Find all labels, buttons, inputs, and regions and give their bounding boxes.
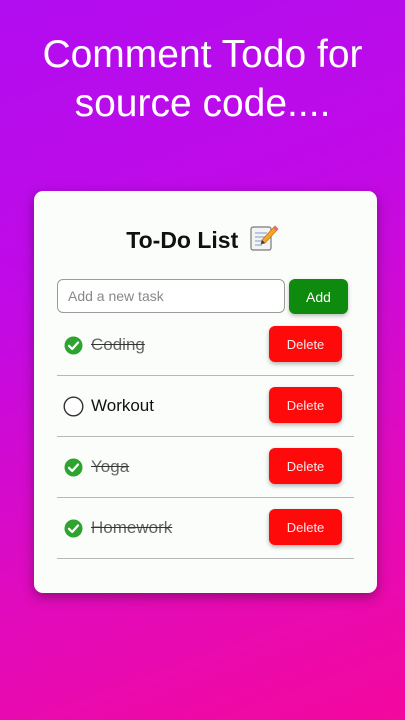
page-title: To-Do List	[126, 227, 239, 253]
list-item: Coding Delete	[57, 315, 354, 376]
check-circle-icon[interactable]	[63, 335, 84, 356]
task-label: Coding	[91, 335, 145, 354]
empty-circle-icon[interactable]	[63, 396, 84, 417]
task-label: Homework	[91, 518, 173, 537]
list-item: Yoga Delete	[57, 437, 354, 498]
headline-line-2: source code....	[74, 82, 331, 125]
check-circle-icon[interactable]	[63, 518, 84, 539]
delete-button[interactable]: Delete	[269, 448, 342, 484]
task-label: Yoga	[91, 457, 130, 476]
delete-button[interactable]: Delete	[269, 387, 342, 423]
memo-icon	[249, 224, 279, 257]
delete-button[interactable]: Delete	[269, 326, 342, 362]
list-item: Workout Delete	[57, 376, 354, 437]
check-circle-icon[interactable]	[63, 457, 84, 478]
headline-line-1: Comment Todo for	[42, 33, 363, 76]
add-task-button[interactable]: Add	[289, 279, 348, 314]
card-header: To-Do List	[0, 224, 405, 257]
delete-button[interactable]: Delete	[269, 509, 342, 545]
list-item: Homework Delete	[57, 498, 354, 559]
task-label: Workout	[91, 396, 154, 415]
new-task-input[interactable]	[57, 279, 285, 313]
headline: Comment Todo for source code....	[0, 30, 405, 128]
